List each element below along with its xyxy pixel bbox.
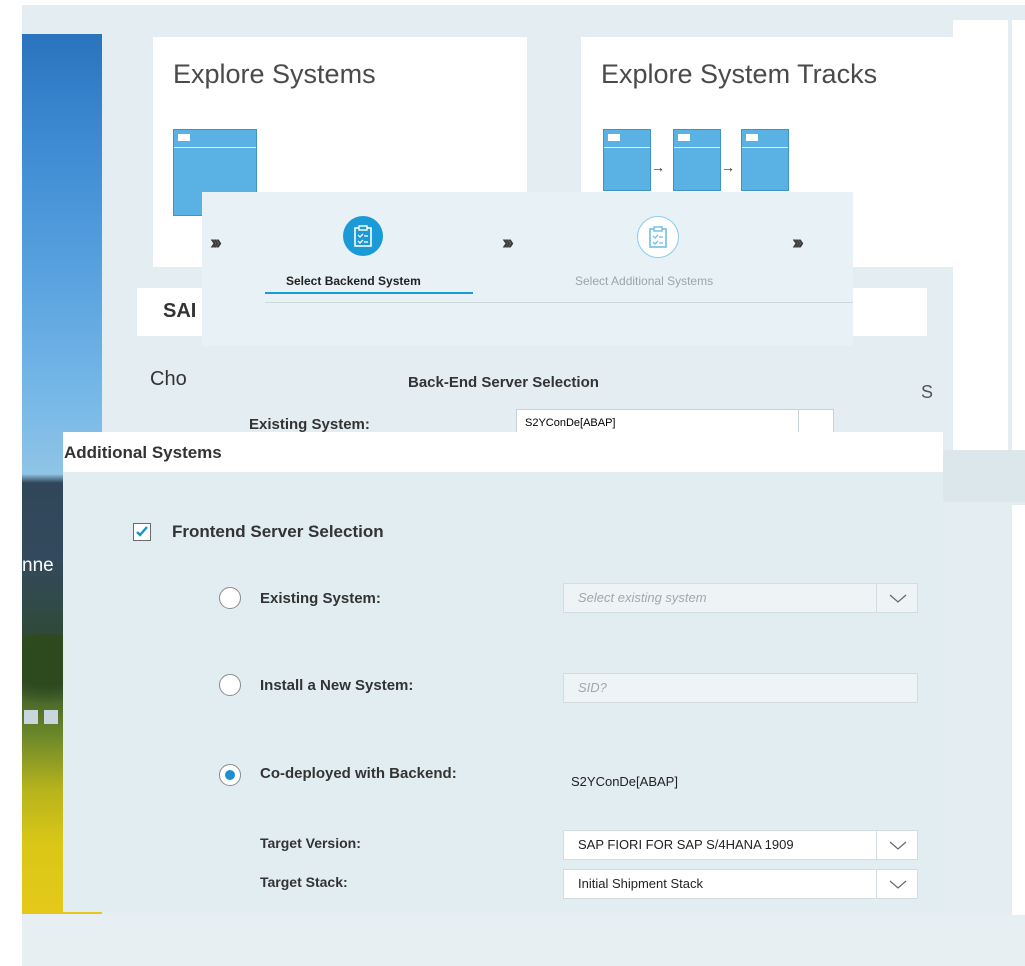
clipboard-checklist-icon [649,226,667,248]
wizard-step-select-additional[interactable] [637,216,679,258]
target-version-dropdown-button[interactable] [876,830,918,860]
wizard-step-label-inactive: Select Additional Systems [575,274,714,288]
install-new-system-radio[interactable] [219,674,241,696]
target-stack-select[interactable]: Initial Shipment Stack [563,869,877,899]
active-step-indicator [265,292,473,294]
arrow-right-icon: → [721,159,735,175]
frontend-server-selection-label: Frontend Server Selection [172,522,384,541]
panel-header: Additional Systems [63,432,943,472]
banner-block [24,710,38,724]
target-version-label: Target Version: [260,835,361,851]
system-track-icon [673,129,721,191]
sid-input[interactable]: SID? [563,673,918,703]
tile-title: Explore System Tracks [601,59,878,89]
existing-system-radio[interactable] [219,587,241,609]
arrow-right-icon: → [651,159,665,175]
target-stack-label: Target Stack: [260,874,348,890]
co-deployed-radio[interactable] [219,764,241,786]
chevrons-right-icon: ››› [210,232,222,254]
panel-title: Additional Systems [64,443,222,462]
co-deployed-value: S2YConDe[ABAP] [571,774,678,789]
frontend-server-checkbox[interactable] [133,523,151,541]
system-track-icon [741,129,789,191]
tile-partial-right [953,20,1008,450]
system-track-icon [603,129,651,191]
chevron-down-icon [889,594,907,603]
banner-partial-text: nne [22,555,54,576]
target-version-select[interactable]: SAP FIORI FOR SAP S/4HANA 1909 [563,830,877,860]
text-fragment: S [921,382,934,402]
banner-block [44,710,58,724]
target-stack-dropdown-button[interactable] [876,869,918,899]
co-deployed-label: Co-deployed with Backend: [260,765,457,782]
existing-system-label: Existing System: [260,590,381,607]
install-new-system-label: Install a New System: [260,677,414,694]
chevrons-right-icon: ››› [792,232,804,254]
chevron-down-icon [889,841,907,850]
backend-existing-system-field[interactable]: S2YConDe[ABAP] [516,409,799,433]
chevrons-right-icon: ››› [502,232,514,254]
clipboard-checklist-icon [354,225,372,247]
backend-dropdown-button[interactable] [798,409,834,433]
tile-edge-right-lower [1012,505,1025,915]
existing-system-select[interactable]: Select existing system [563,583,877,613]
wizard-step-select-backend[interactable] [343,216,383,256]
wizard-progress-bar: ››› ››› ››› Select Backend System Select… [202,192,853,346]
workspace-footer-area [22,915,1025,966]
wizard-separator [265,302,853,303]
backend-server-selection-label: Back-End Server Selection [408,374,599,391]
existing-system-label: Existing System: [249,416,370,433]
wizard-step-label-active: Select Backend System [286,274,421,288]
chevron-down-icon [889,880,907,889]
checkmark-icon [136,526,148,537]
dialog-heading-fragment: Cho [150,368,187,390]
tile-edge-right [1012,20,1025,450]
divider-bar-right [943,450,1025,502]
dialog-title-fragment: SAI [163,300,197,322]
tile-title: Explore Systems [173,59,376,89]
existing-system-dropdown-button[interactable] [876,583,918,613]
